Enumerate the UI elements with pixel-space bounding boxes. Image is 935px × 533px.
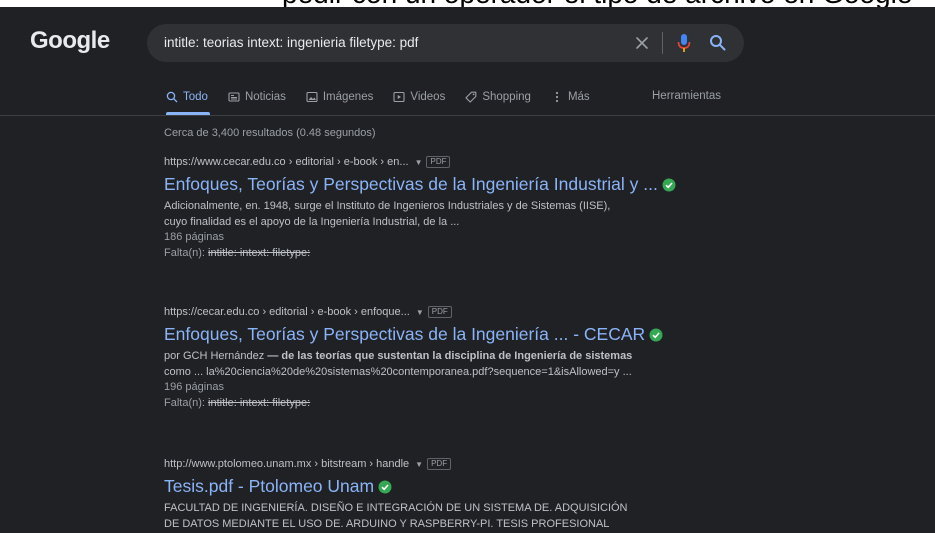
search-divider [662,32,663,54]
search-results-page: Google intitle: teorias intext: ingenier… [0,7,935,533]
snippet-line: como ... la%20ciencia%20de%20sistemas%20… [164,365,632,378]
header-divider [0,115,935,116]
missing-label: Falta(n): [164,396,205,409]
tab-label: Videos [410,91,446,103]
result-title-text[interactable]: Enfoques, Teorías y Perspectivas de la I… [164,324,645,345]
result-url[interactable]: https://www.cecar.edu.co › editorial › e… [164,156,409,168]
google-logo[interactable]: Google [30,27,110,55]
missing-label: Falta(n): [164,246,205,259]
result-url-line[interactable]: https://cecar.edu.co › editorial › e-boo… [164,305,784,319]
result-title[interactable]: Enfoques, Teorías y Perspectivas de la I… [164,324,784,345]
search-result: https://cecar.edu.co › editorial › e-boo… [164,305,784,411]
tab-noticias[interactable]: Noticias [228,91,286,103]
result-url[interactable]: https://cecar.edu.co › editorial › e-boo… [164,306,410,318]
search-tabs: Todo Noticias Imágenes Videos Shopping M… [166,86,610,108]
search-input[interactable]: intitle: teorias intext: ingenieria file… [164,35,418,50]
search-icon[interactable] [709,34,726,51]
search-box[interactable]: intitle: teorias intext: ingenieria file… [147,24,744,62]
microphone-icon[interactable] [677,33,691,53]
missing-terms: intitle: intext: filetype: [208,396,311,409]
image-icon [306,91,318,103]
tab-shopping[interactable]: Shopping [465,91,531,103]
more-vert-icon [555,91,559,103]
snippet-line: por GCH Hernández — de las teorías que s… [164,349,784,365]
chevron-down-icon[interactable]: ▼ [415,460,423,469]
result-title-text[interactable]: Tesis.pdf - Ptolomeo Unam [164,476,374,497]
search-icon [166,91,178,103]
tab-label: Más [567,91,590,103]
result-url-line[interactable]: http://www.ptolomeo.unam.mx › bitstream … [164,457,784,471]
news-icon [228,92,240,102]
tab-label: Todo [183,91,208,103]
result-title[interactable]: Enfoques, Teorías y Perspectivas de la I… [164,174,784,195]
result-url-line[interactable]: https://www.cecar.edu.co › editorial › e… [164,155,784,169]
tab-label: Imágenes [322,91,374,103]
snippet-line: DE DATOS MEDIANTE EL USO DE. ARDUINO Y R… [164,517,610,530]
result-snippet: por GCH Hernández — de las teorías que s… [164,349,784,380]
chevron-down-icon[interactable]: ▼ [415,158,423,167]
search-result: https://www.cecar.edu.co › editorial › e… [164,155,784,261]
snippet-line: Adicionalmente, en. 1948, surge el Insti… [164,200,611,212]
result-stats: Cerca de 3,400 resultados (0.48 segundos… [164,127,376,139]
verified-check-icon [649,328,663,341]
video-icon [393,91,405,103]
pdf-badge: PDF [427,306,452,318]
result-title[interactable]: Tesis.pdf - Ptolomeo Unam [164,476,784,497]
result-title-text[interactable]: Enfoques, Teorías y Perspectivas de la I… [164,174,658,195]
snippet-line: FACULTAD DE INGENIERÍA. DISEÑO E INTEGRA… [164,502,628,514]
result-snippet: FACULTAD DE INGENIERÍA. DISEÑO E INTEGRA… [164,501,784,532]
chevron-down-icon[interactable]: ▼ [416,308,424,317]
result-snippet: Adicionalmente, en. 1948, surge el Insti… [164,199,784,230]
tag-icon [465,91,477,103]
tab-videos[interactable]: Videos [393,91,445,103]
tab-label: Noticias [244,91,286,103]
pdf-badge: PDF [426,156,451,168]
tab-mas[interactable]: Más [551,91,590,103]
tab-imagenes[interactable]: Imágenes [306,91,374,103]
result-missing-terms: Falta(n): intitle: intext: filetype: [164,396,784,412]
result-url[interactable]: http://www.ptolomeo.unam.mx › bitstream … [164,458,409,470]
search-result: http://www.ptolomeo.unam.mx › bitstream … [164,457,784,532]
result-missing-terms: Falta(n): intitle: intext: filetype: [164,246,784,262]
result-pages: 186 páginas [164,231,224,243]
close-icon[interactable] [634,35,650,51]
snippet-author: por GCH Hernández [164,350,265,362]
snippet-text: — de las teorías que sustentan la discip… [264,350,633,362]
verified-check-icon [662,178,676,191]
verified-check-icon [378,480,392,493]
top-strip: pedir con un operador el tipo de archivo… [0,0,935,9]
missing-terms: intitle: intext: filetype: [208,246,311,259]
pdf-badge: PDF [427,458,452,470]
tools-button[interactable]: Herramientas [652,90,721,102]
result-pages: 196 páginas [164,381,224,393]
tab-label: Shopping [482,91,531,103]
snippet-line: cuyo finalidad es el apoyo de la Ingenie… [164,215,460,228]
tab-todo[interactable]: Todo [166,91,208,103]
